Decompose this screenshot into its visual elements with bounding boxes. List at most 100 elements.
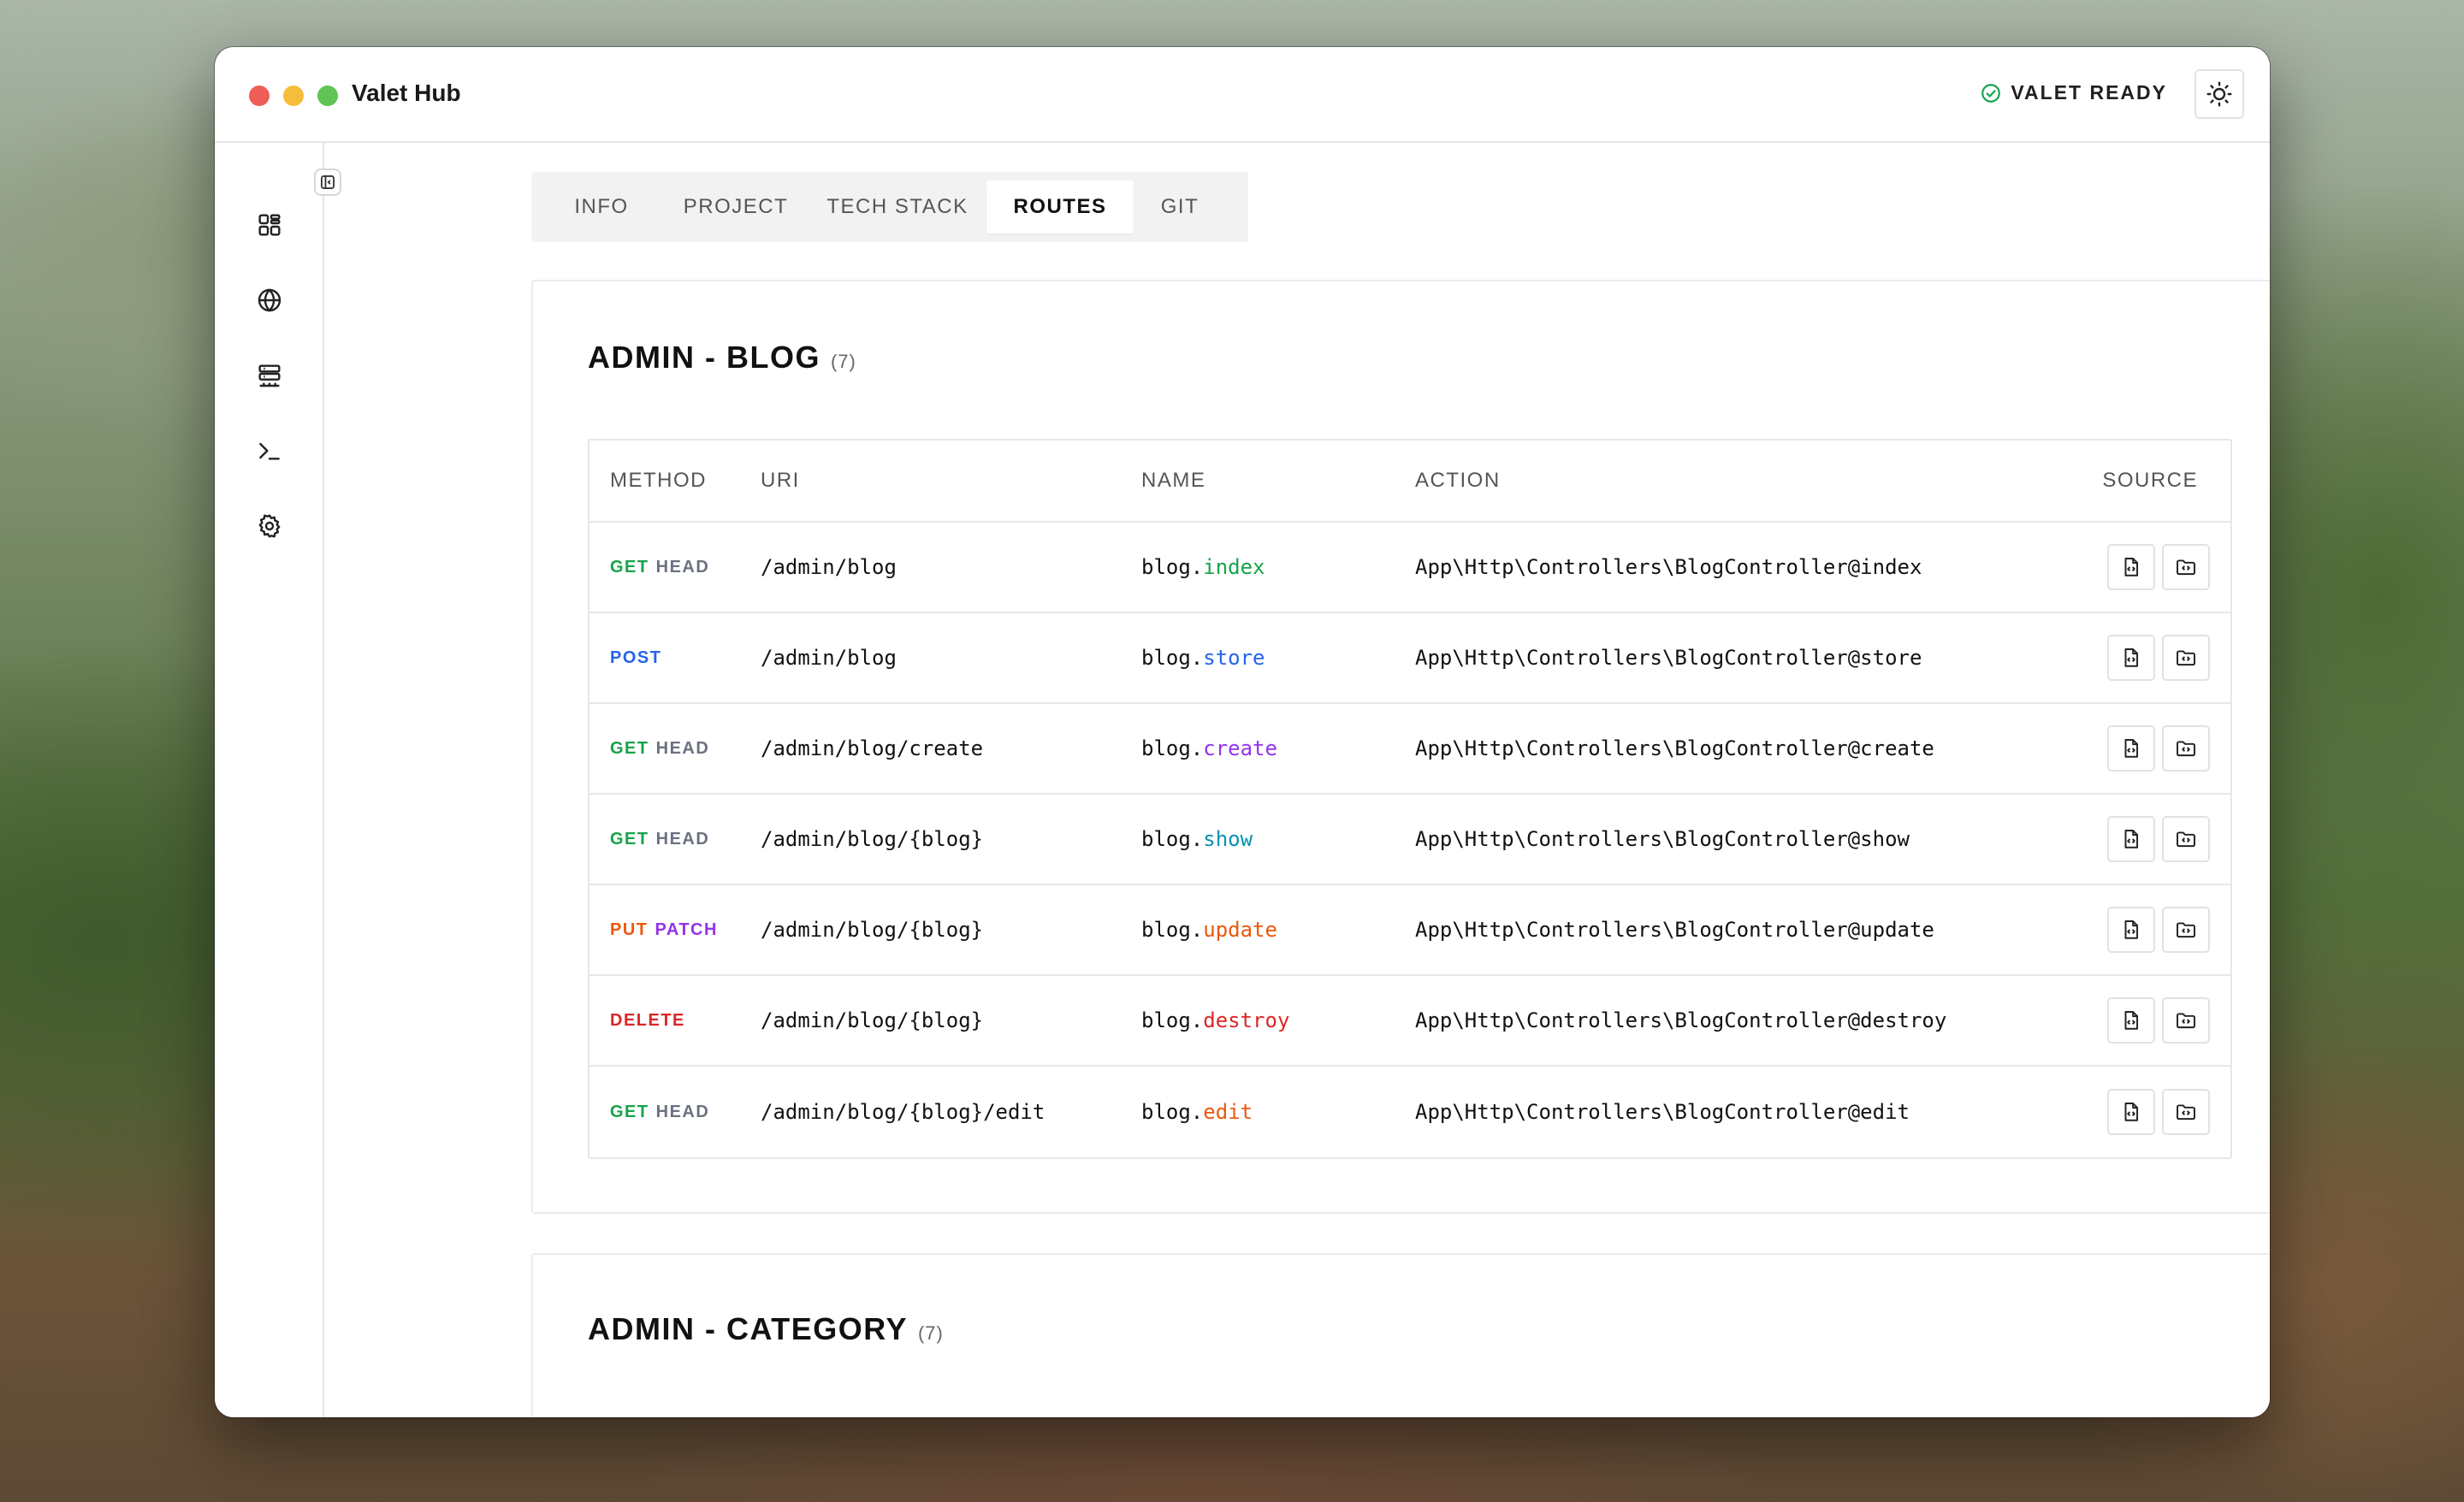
tab-tech-stack[interactable]: TECH STACK: [808, 180, 986, 234]
folder-code-icon: [2177, 1013, 2195, 1029]
sidebar-item-sites[interactable]: [254, 285, 285, 316]
table-header: METHOD URI NAME ACTION SOURCE: [589, 441, 2230, 523]
method-cell: GET HEAD: [589, 558, 761, 577]
route-name-suffix: create: [1203, 736, 1277, 760]
folder-code-icon: [2177, 650, 2195, 666]
route-action: App\Http\Controllers\BlogController@show: [1415, 827, 1910, 851]
method-cell: PUT PATCH: [589, 920, 761, 940]
sidebar-item-settings[interactable]: [254, 511, 285, 541]
status-label: VALET READY: [2011, 81, 2167, 103]
column-header-method[interactable]: METHOD: [589, 469, 761, 493]
method-badge-patch: PATCH: [654, 920, 718, 939]
open-file-button[interactable]: [2107, 635, 2155, 681]
file-code-icon: [2124, 1103, 2139, 1121]
open-folder-button[interactable]: [2162, 816, 2210, 862]
app-window: Valet Hub VALET READY INFO PROJECT TECH …: [215, 47, 2270, 1417]
source-cell: [2085, 997, 2230, 1044]
route-name-prefix: blog.: [1141, 918, 1204, 942]
method-badge-get: GET: [610, 1102, 649, 1121]
close-window-button[interactable]: [249, 86, 270, 106]
route-uri: /admin/blog/create: [761, 736, 984, 760]
tab-project[interactable]: PROJECT: [663, 180, 808, 234]
sidebar-item-services[interactable]: [254, 360, 285, 391]
route-name-suffix: edit: [1203, 1100, 1253, 1124]
method-badge-post: POST: [610, 648, 662, 667]
route-name: blog.show: [1141, 827, 1415, 851]
sidebar-item-terminal[interactable]: [254, 435, 285, 466]
titlebar: Valet Hub VALET READY: [215, 47, 2270, 143]
tab-info[interactable]: INFO: [540, 180, 663, 234]
tab-routes[interactable]: ROUTES: [986, 180, 1134, 234]
route-group-card: ADMIN - BLOG (7) METHOD URI NAME ACTION …: [531, 280, 2270, 1214]
route-action: App\Http\Controllers\BlogController@stor…: [1415, 646, 1922, 670]
minimize-window-button[interactable]: [283, 86, 304, 106]
sidebar-item-dashboard[interactable]: [254, 210, 285, 240]
open-file-button[interactable]: [2107, 816, 2155, 862]
file-code-icon: [2124, 739, 2139, 758]
sun-icon: [2206, 81, 2232, 107]
route-uri: /admin/blog: [761, 646, 897, 670]
file-code-icon: [2124, 1011, 2139, 1030]
open-folder-button[interactable]: [2162, 997, 2210, 1044]
status-indicator: VALET READY: [1980, 81, 2167, 104]
file-code-icon: [2124, 830, 2139, 849]
maximize-window-button[interactable]: [317, 86, 338, 106]
route-name-prefix: blog.: [1141, 736, 1204, 760]
route-name-suffix: index: [1203, 555, 1265, 579]
route-name: blog.destroy: [1141, 1008, 1415, 1032]
route-name-prefix: blog.: [1141, 827, 1204, 851]
column-header-action[interactable]: ACTION: [1415, 469, 2085, 493]
open-folder-button[interactable]: [2162, 907, 2210, 953]
method-badge-head: HEAD: [655, 738, 710, 758]
open-folder-button[interactable]: [2162, 544, 2210, 590]
globe-icon: [258, 288, 281, 312]
method-badge-head: HEAD: [655, 829, 710, 849]
file-code-icon: [2124, 648, 2139, 667]
open-file-button[interactable]: [2107, 907, 2155, 953]
open-file-button[interactable]: [2107, 544, 2155, 590]
source-cell: [2085, 816, 2230, 862]
method-badge-delete: DELETE: [610, 1010, 685, 1030]
route-uri: /admin/blog/{blog}: [761, 918, 984, 942]
column-header-source: SOURCE: [2102, 469, 2198, 492]
open-file-button[interactable]: [2107, 725, 2155, 772]
file-code-icon: [2124, 558, 2139, 577]
tab-git[interactable]: GIT: [1134, 180, 1226, 234]
route-uri: /admin/blog/{blog}/edit: [761, 1100, 1045, 1124]
sidebar-collapse-button[interactable]: [314, 169, 341, 196]
route-group-header: ADMIN - CATEGORY (7): [588, 1311, 944, 1347]
method-badge-get: GET: [610, 557, 649, 577]
column-header-uri[interactable]: URI: [761, 469, 1141, 493]
folder-code-icon: [2177, 831, 2195, 848]
column-header-name[interactable]: NAME: [1141, 469, 1415, 493]
table-row: GET HEAD/admin/blog/create blog.create App\…: [589, 704, 2230, 795]
route-action: App\Http\Controllers\BlogController@dest…: [1415, 1008, 1947, 1032]
terminal-icon: [259, 442, 280, 460]
table-row: GET HEAD/admin/blog blog.index App\Http\Con…: [589, 523, 2230, 613]
route-name-prefix: blog.: [1141, 646, 1204, 670]
route-name-prefix: blog.: [1141, 555, 1204, 579]
folder-code-icon: [2177, 559, 2195, 576]
method-badge-get: GET: [610, 738, 649, 758]
route-name-suffix: store: [1203, 646, 1265, 670]
gear-icon: [258, 514, 281, 538]
source-cell: [2085, 725, 2230, 772]
traffic-lights: [249, 86, 338, 106]
route-uri: /admin/blog: [761, 555, 897, 579]
table-row: POST/admin/blog blog.store App\Http\Contro…: [589, 613, 2230, 704]
method-badge-get: GET: [610, 829, 649, 849]
check-circle-icon: [1981, 83, 2001, 103]
routes-table: METHOD URI NAME ACTION SOURCE GET HEAD/ad…: [588, 439, 2232, 1159]
open-folder-button[interactable]: [2162, 1089, 2210, 1135]
open-file-button[interactable]: [2107, 1089, 2155, 1135]
file-code-icon: [2124, 920, 2139, 939]
route-name: blog.index: [1141, 555, 1415, 579]
source-cell: [2085, 544, 2230, 590]
open-folder-button[interactable]: [2162, 725, 2210, 772]
open-file-button[interactable]: [2107, 997, 2155, 1044]
open-folder-button[interactable]: [2162, 635, 2210, 681]
theme-toggle-button[interactable]: [2194, 69, 2244, 119]
folder-code-icon: [2177, 741, 2195, 757]
method-badge-head: HEAD: [655, 1102, 710, 1121]
folder-code-icon: [2177, 1104, 2195, 1121]
